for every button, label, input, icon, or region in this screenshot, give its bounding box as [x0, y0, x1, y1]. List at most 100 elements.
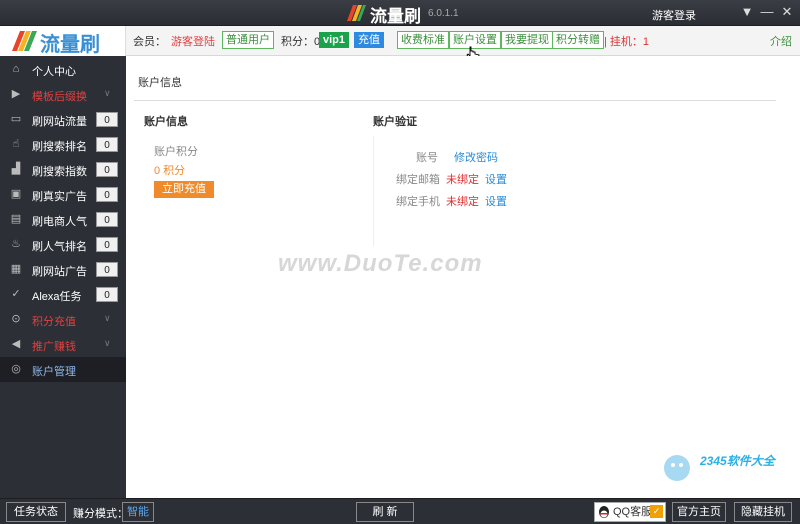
sidebar-item-real-ads[interactable]: ▣ 刷真实广告 0: [0, 182, 126, 207]
app-title: 流量刷: [370, 7, 421, 26]
sidebar-item-label: 推广赚钱: [32, 341, 76, 353]
tab-pricing[interactable]: 收费标准: [397, 31, 449, 49]
recharge-now-button[interactable]: 立即充值: [154, 181, 214, 198]
tab-withdraw[interactable]: 我要提现: [501, 31, 553, 49]
email-setup-link[interactable]: 设置: [485, 171, 507, 187]
sidebar-item-label: 刷搜索排名: [32, 141, 87, 153]
count-badge: 0: [96, 187, 118, 202]
qq-service-button[interactable]: QQ客服 ✓: [594, 502, 666, 522]
brand-logo-icon: [12, 31, 37, 51]
brand-area: 流量刷: [0, 26, 126, 56]
account-verify-title: 账户验证: [373, 116, 417, 128]
chevron-down-icon: ∨: [104, 338, 111, 348]
mode-label: 赚分模式：: [73, 508, 128, 520]
account-info-title: 账户信息: [144, 116, 188, 128]
sidebar: ⌂ 个人中心 ▶ 模板后缀换 ∨ ▭ 刷网站流量 0 ☝ 刷搜索排名 0 ▟ 刷…: [0, 56, 126, 498]
hangup-count: | 挂机：1: [604, 36, 650, 48]
sidebar-item-label: 积分充值: [32, 316, 76, 328]
close-icon[interactable]: ✕: [778, 4, 796, 20]
member-label: 会员：: [133, 36, 166, 48]
sidebar-item-label: 模板后缀换: [32, 91, 87, 103]
chevron-down-icon: ∨: [104, 313, 111, 323]
monitor-icon: ▭: [10, 113, 22, 125]
count-badge: 0: [96, 162, 118, 177]
app-logo-icon: [347, 5, 366, 21]
title-bar: 流量刷 6.0.1.1 游客登录 ▼ — ✕: [0, 0, 800, 26]
sidebar-item-label: 刷真实广告: [32, 191, 87, 203]
brand-name: 流量刷: [40, 34, 100, 56]
sidebar-item-popularity[interactable]: ♨ 刷人气排名 0: [0, 232, 126, 257]
check-circle-icon: ✓: [11, 288, 21, 300]
sidebar-item-alexa[interactable]: ✓ Alexa任务 0: [0, 282, 126, 307]
hide-hangup-button[interactable]: 隐藏挂机: [734, 502, 792, 522]
watermark: www.DuoTe.com: [278, 250, 483, 277]
member-value[interactable]: 游客登陆: [171, 33, 215, 49]
sidebar-item-label: 个人中心: [32, 66, 76, 78]
sidebar-item-search-rank[interactable]: ☝ 刷搜索排名 0: [0, 132, 126, 157]
intro-link[interactable]: 介绍: [770, 33, 792, 49]
sidebar-item-label: 账户管理: [32, 366, 76, 378]
sidebar-item-personal-center[interactable]: ⌂ 个人中心: [0, 57, 126, 82]
points-label: 账户积分: [154, 146, 198, 158]
chart-icon: ▟: [11, 163, 21, 175]
count-badge: 0: [96, 262, 118, 277]
corner-watermark: 2345软件大全: [700, 454, 775, 468]
qq-service-label: QQ客服: [613, 506, 653, 518]
phone-setup-link[interactable]: 设置: [485, 193, 507, 209]
phone-status: 未绑定: [446, 196, 479, 208]
sidebar-item-label: 刷网站流量: [32, 116, 87, 128]
count-badge: 0: [96, 287, 118, 302]
megaphone-icon: ◀: [11, 338, 21, 350]
sidebar-item-promote[interactable]: ◀ 推广赚钱 ∨: [0, 332, 126, 357]
sidebar-item-label: 刷人气排名: [32, 241, 87, 253]
sidebar-item-template[interactable]: ▶ 模板后缀换 ∨: [0, 82, 126, 107]
divider: [134, 100, 776, 101]
homepage-button[interactable]: 官方主页: [672, 502, 726, 522]
divider: [373, 136, 374, 246]
phone-label: 绑定手机: [396, 196, 440, 208]
sidebar-item-points-recharge[interactable]: ⊙ 积分充值 ∨: [0, 307, 126, 332]
menu-down-icon[interactable]: ▼: [738, 4, 756, 19]
sidebar-item-site-traffic[interactable]: ▭ 刷网站流量 0: [0, 107, 126, 132]
play-icon: ▶: [11, 88, 21, 100]
chevron-down-icon: ∨: [104, 88, 111, 98]
home-icon: ⌂: [12, 63, 20, 75]
account-label: 账号: [416, 152, 438, 164]
points-label: 积分：0: [281, 36, 321, 48]
email-label: 绑定邮箱: [396, 174, 440, 186]
sidebar-item-label: 刷搜索指数: [32, 166, 87, 178]
task-status-button[interactable]: 任务状态: [6, 502, 66, 522]
fire-icon: ♨: [11, 238, 21, 250]
sidebar-item-site-ads[interactable]: ▦ 刷网站广告 0: [0, 257, 126, 282]
count-badge: 0: [96, 212, 118, 227]
refresh-button[interactable]: 刷 新: [356, 502, 414, 522]
coin-icon: ⊙: [11, 313, 21, 325]
sidebar-item-search-index[interactable]: ▟ 刷搜索指数 0: [0, 157, 126, 182]
pointer-icon: ☝: [12, 138, 20, 150]
guest-login-link[interactable]: 游客登录: [652, 7, 696, 23]
recharge-button[interactable]: 充值: [354, 32, 384, 48]
count-badge: 0: [96, 237, 118, 252]
bag-icon: ▤: [10, 213, 22, 225]
gift-icon: ▦: [10, 263, 22, 275]
sidebar-item-label: 刷电商人气: [32, 216, 87, 228]
sidebar-item-label: Alexa任务: [32, 291, 82, 303]
page-title: 账户信息: [138, 77, 182, 89]
minimize-icon[interactable]: —: [758, 4, 776, 19]
mode-select[interactable]: 智能: [122, 502, 154, 522]
ad-icon: ▣: [10, 188, 22, 200]
sidebar-item-account[interactable]: ◎ 账户管理: [0, 357, 126, 382]
email-status: 未绑定: [446, 174, 479, 186]
sidebar-item-label: 刷网站广告: [32, 266, 87, 278]
check-icon: ✓: [650, 505, 663, 518]
count-badge: 0: [96, 137, 118, 152]
top-header: 流量刷 会员： 游客登陆 普通用户 积分：0 vip1 充值 收费标准 账户设置…: [0, 26, 800, 62]
shield-icon: ◎: [11, 363, 21, 375]
count-badge: 0: [96, 112, 118, 127]
points-value: 0 积分: [154, 165, 186, 177]
tab-points-transfer[interactable]: 积分转赠: [552, 31, 604, 49]
app-version: 6.0.1.1: [428, 8, 459, 19]
change-password-link[interactable]: 修改密码: [454, 149, 498, 165]
sidebar-item-ecommerce[interactable]: ▤ 刷电商人气 0: [0, 207, 126, 232]
user-type-badge: 普通用户: [222, 31, 274, 49]
